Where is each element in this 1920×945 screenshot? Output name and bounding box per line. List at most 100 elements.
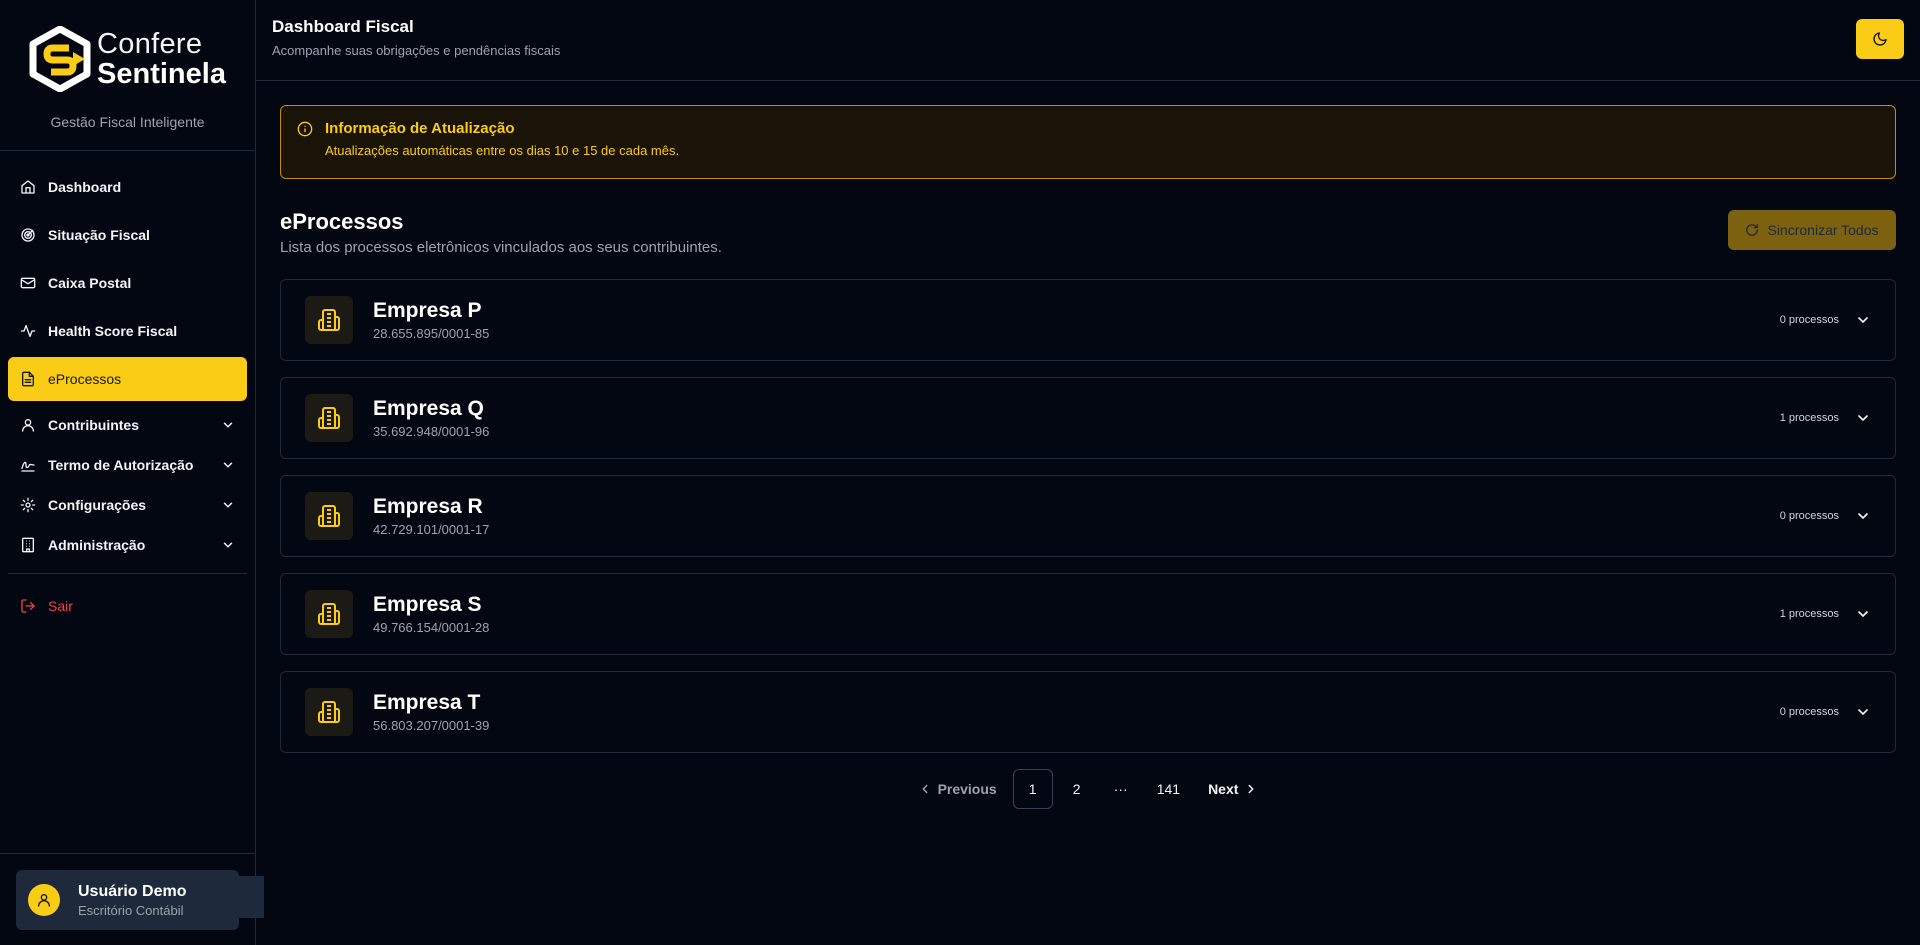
sync-all-button[interactable]: Sincronizar Todos [1728,210,1896,250]
company-cnpj: 56.803.207/0001-39 [373,718,490,733]
section-title: eProcessos [280,209,404,234]
company-icon [305,296,353,344]
chevron-down-icon[interactable] [1855,508,1871,524]
company-name: Empresa S [373,593,482,616]
brand-logo[interactable]: Confere Sentinela [29,26,226,92]
chevron-down-icon[interactable] [1855,606,1871,622]
company-cnpj: 28.655.895/0001-85 [373,326,490,341]
previous-page-button[interactable]: Previous [906,769,1009,809]
building-icon [318,407,340,429]
company-name: Empresa T [373,691,481,714]
company-name: Empresa R [373,495,483,518]
company-icon [305,688,353,736]
company-row-empresa-s[interactable]: Empresa S 49.766.154/0001-28 1 processos [280,573,1896,655]
activity-icon [20,323,36,339]
sidebar-item-label: Caixa Postal [48,275,132,291]
gear-icon [20,497,36,513]
sidebar-footer: Usuário Demo Escritório Contábil [0,853,264,945]
sidebar-item-label: Contribuintes [48,417,139,433]
theme-toggle-button[interactable] [1856,19,1904,59]
user-name: Usuário Demo [78,882,187,900]
content: Informação de Atualização Atualizações a… [256,81,1920,809]
sidebar-item-label: Termo de Autorização [48,457,194,473]
sidebar-item-label: Configurações [48,497,147,513]
company-cnpj: 49.766.154/0001-28 [373,620,490,635]
sidebar-item-situacao-fiscal[interactable]: Situação Fiscal [8,213,247,257]
info-icon [297,121,313,137]
chevron-down-icon[interactable] [1855,704,1871,720]
pagination: Previous 1 2 ··· 141 Next [280,769,1896,809]
next-label: Next [1208,781,1239,797]
chevron-down-icon[interactable] [1855,410,1871,426]
process-count: 1 processos [1779,608,1839,620]
sidebar-item-configuracoes[interactable]: Configurações [8,485,247,525]
refresh-icon [1746,224,1759,236]
page-title: Dashboard Fiscal [272,16,414,36]
pagination-ellipsis: ··· [1113,781,1128,797]
brand-name-first: Confere [97,27,203,60]
previous-label: Previous [937,781,997,797]
sidebar-item-contribuintes[interactable]: Contribuintes [8,405,247,445]
update-info-alert: Informação de Atualização Atualizações a… [280,105,1896,179]
file-text-icon [20,371,36,387]
sidebar-item-label: Situação Fiscal [48,227,150,243]
building-icon [318,309,340,331]
process-count: 0 processos [1779,314,1839,326]
signature-icon [20,457,36,473]
sidebar-item-health-score[interactable]: Health Score Fiscal [8,309,247,353]
sidebar-item-label: eProcessos [48,371,122,387]
home-icon [20,179,36,195]
building-icon [318,701,340,723]
company-name: Empresa Q [373,397,484,420]
app-shell: Confere Sentinela Gestão Fiscal Intelige… [0,0,1920,945]
company-row-empresa-p[interactable]: Empresa P 28.655.895/0001-85 0 processos [280,279,1896,361]
sidebar-item-dashboard[interactable]: Dashboard [8,165,247,209]
section-subtitle: Lista dos processos eletrônicos vinculad… [280,239,722,256]
chevron-left-icon [922,784,928,794]
chevron-down-icon [221,418,235,432]
sidebar-item-eprocessos[interactable]: eProcessos [8,357,247,401]
user-profile-card[interactable]: Usuário Demo Escritório Contábil [16,870,239,930]
page-button-1[interactable]: 1 [1012,769,1053,809]
sync-all-label: Sincronizar Todos [1767,222,1879,238]
logout-label: Sair [48,598,73,614]
sidebar-item-administracao[interactable]: Administração [8,525,247,565]
chevron-down-icon [221,538,235,552]
sidebar-item-caixa-postal[interactable]: Caixa Postal [8,261,247,305]
logout-icon [20,598,36,614]
company-row-empresa-t[interactable]: Empresa T 56.803.207/0001-39 0 processos [280,671,1896,753]
radar-icon [20,227,36,243]
company-icon [305,590,353,638]
alert-text: Atualizações automáticas entre os dias 1… [325,143,680,158]
building-icon [20,537,36,553]
section-header: eProcessos Lista dos processos eletrônic… [280,209,1896,256]
topbar: Dashboard Fiscal Acompanhe suas obrigaçõ… [256,0,1920,81]
process-count: 0 processos [1779,706,1839,718]
page-button-last[interactable]: 141 [1145,769,1192,809]
company-cnpj: 42.729.101/0001-17 [373,522,490,537]
brand-name-second: Sentinela [97,57,226,90]
nav-divider [8,573,247,574]
sidebar-item-logout[interactable]: Sair [8,584,247,628]
brand-tagline: Gestão Fiscal Inteligente [50,114,205,130]
company-icon [305,492,353,540]
sidebar-item-label: Health Score Fiscal [48,323,178,339]
process-count: 0 processos [1779,510,1839,522]
moon-icon [1873,32,1887,46]
company-row-empresa-q[interactable]: Empresa Q 35.692.948/0001-96 1 processos [280,377,1896,459]
brand: Confere Sentinela Gestão Fiscal Intelige… [0,0,255,151]
chevron-down-icon[interactable] [1855,312,1871,328]
user-role: Escritório Contábil [78,902,184,918]
company-name: Empresa P [373,299,482,322]
chevron-down-icon [221,458,235,472]
next-page-button[interactable]: Next [1196,769,1270,809]
sidebar-item-termo-autorizacao[interactable]: Termo de Autorização [8,445,247,485]
alert-title: Informação de Atualização [325,120,515,137]
user-card-tail [238,876,264,918]
user-avatar-icon [38,894,50,907]
hexagon-logo-icon [29,26,91,92]
company-row-empresa-r[interactable]: Empresa R 42.729.101/0001-17 0 processos [280,475,1896,557]
page-subtitle: Acompanhe suas obrigações e pendências f… [272,42,561,58]
avatar [28,884,60,916]
page-button-2[interactable]: 2 [1057,769,1097,809]
